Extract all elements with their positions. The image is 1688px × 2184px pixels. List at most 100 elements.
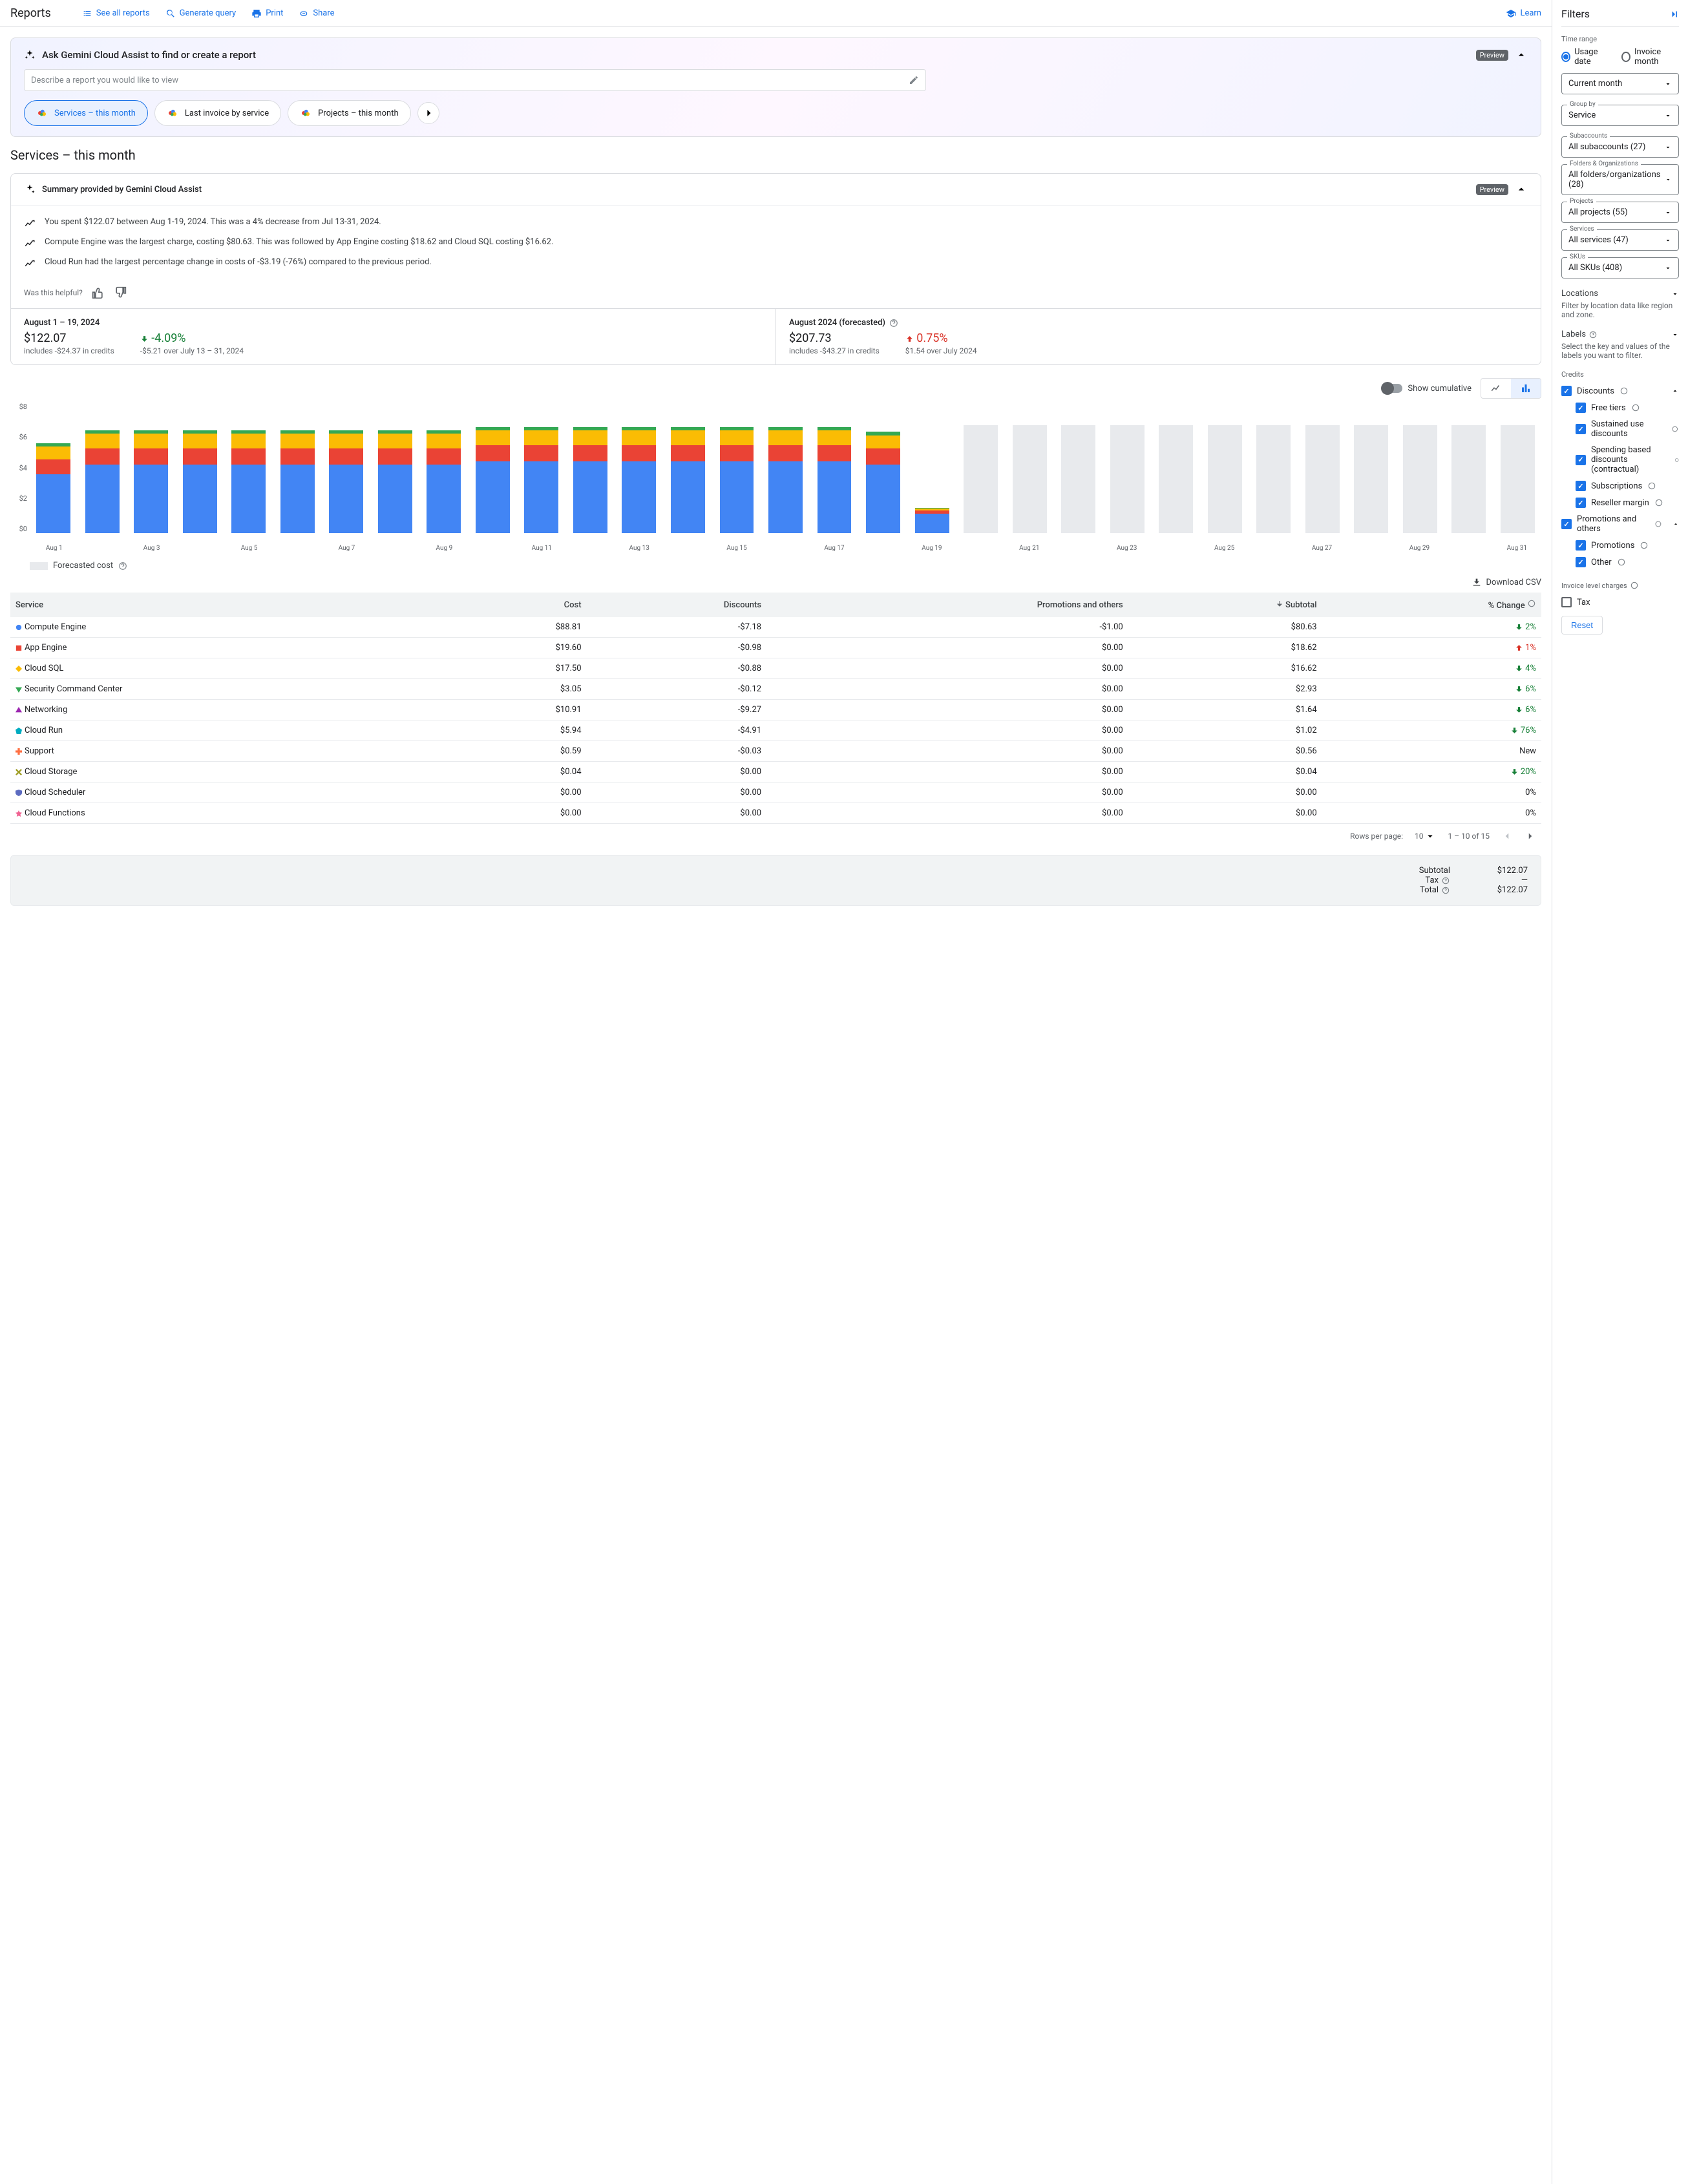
radio-invoice-month[interactable]: Invoice month [1621, 47, 1679, 67]
check-sustained[interactable]: Sustained use discounts [1576, 416, 1679, 442]
see-all-reports-link[interactable]: See all reports [82, 8, 150, 19]
check-tax[interactable]: Tax [1561, 594, 1679, 611]
bar[interactable] [1006, 403, 1053, 533]
check-reseller[interactable]: Reseller margin [1576, 494, 1679, 511]
next-page-button[interactable] [1524, 830, 1536, 842]
check-subscriptions[interactable]: Subscriptions [1576, 478, 1679, 494]
table-row[interactable]: Security Command Center$3.05-$0.12$0.00$… [10, 679, 1541, 700]
help-icon[interactable] [1441, 886, 1450, 895]
table-row[interactable]: Networking$10.91-$9.27$0.00$1.64 6% [10, 700, 1541, 720]
generate-query-link[interactable]: Generate query [165, 8, 237, 19]
check-discounts[interactable]: Discounts [1561, 383, 1679, 399]
bar[interactable] [322, 403, 370, 533]
labels-expand[interactable]: Labels [1561, 330, 1679, 339]
bar[interactable] [908, 403, 956, 533]
bar[interactable] [225, 403, 273, 533]
chip-last-invoice[interactable]: Last invoice by service [154, 100, 281, 126]
table-row[interactable]: Cloud Storage$0.04$0.00$0.00$0.04 20% [10, 762, 1541, 782]
bar[interactable] [567, 403, 615, 533]
bar[interactable] [1445, 403, 1493, 533]
bar[interactable] [1396, 403, 1444, 533]
chevron-up-icon[interactable] [1515, 183, 1528, 196]
rows-per-page-select[interactable]: 10 [1415, 830, 1437, 842]
folders-select[interactable]: Folders & Organizations All folders/orga… [1561, 164, 1679, 195]
bar[interactable] [274, 403, 322, 533]
chips-next-button[interactable] [417, 102, 439, 124]
chevron-up-icon[interactable] [1671, 387, 1679, 395]
check-free-tiers[interactable]: Free tiers [1576, 399, 1679, 416]
bar[interactable] [762, 403, 810, 533]
line-chart-button[interactable] [1481, 379, 1511, 398]
group-by-select[interactable]: Group by Service [1561, 105, 1679, 126]
share-link[interactable]: Share [299, 8, 334, 19]
col-header[interactable]: Discounts [587, 593, 767, 617]
chip-services-this-month[interactable]: Services – this month [24, 100, 148, 126]
learn-link[interactable]: Learn [1506, 8, 1541, 19]
bar[interactable] [1298, 403, 1346, 533]
bar[interactable] [957, 403, 1005, 533]
thumbs-down-icon[interactable] [114, 286, 127, 299]
bar[interactable] [713, 403, 761, 533]
table-row[interactable]: Cloud Scheduler$0.00$0.00$0.00$0.000% [10, 782, 1541, 803]
bar[interactable] [1493, 403, 1541, 533]
bar[interactable] [127, 403, 175, 533]
bar[interactable] [1201, 403, 1249, 533]
subaccounts-select[interactable]: Subaccounts All subaccounts (27) [1561, 136, 1679, 158]
help-icon[interactable] [889, 319, 898, 328]
chip-projects-this-month[interactable]: Projects – this month [288, 100, 411, 126]
bar[interactable] [518, 403, 565, 533]
bar[interactable] [79, 403, 127, 533]
col-header[interactable]: Subtotal [1128, 593, 1322, 617]
table-row[interactable]: App Engine$19.60-$0.98$0.00$18.62 1% [10, 638, 1541, 658]
bar[interactable] [615, 403, 663, 533]
help-icon[interactable] [1441, 876, 1450, 885]
table-row[interactable]: Cloud Functions$0.00$0.00$0.00$0.000% [10, 803, 1541, 824]
reset-button[interactable]: Reset [1561, 616, 1603, 635]
chevron-up-icon[interactable] [1515, 48, 1528, 61]
bar[interactable] [1347, 403, 1395, 533]
check-promotions-others[interactable]: Promotions and others [1561, 511, 1679, 537]
bar[interactable] [1152, 403, 1200, 533]
gemini-prompt-input[interactable]: Describe a report you would like to view [24, 69, 926, 91]
col-header[interactable]: % Change [1322, 593, 1541, 617]
help-icon[interactable] [1527, 599, 1536, 608]
col-header[interactable]: Promotions and others [766, 593, 1128, 617]
services-select[interactable]: Services All services (47) [1561, 229, 1679, 251]
bar[interactable] [1055, 403, 1102, 533]
cumulative-toggle[interactable]: Show cumulative [1383, 384, 1472, 394]
check-spending[interactable]: Spending based discounts (contractual) [1576, 442, 1679, 478]
bar[interactable] [1103, 403, 1151, 533]
bar[interactable] [372, 403, 419, 533]
print-link[interactable]: Print [251, 8, 283, 19]
bar[interactable] [1250, 403, 1298, 533]
time-range-select[interactable]: Current month [1561, 73, 1679, 94]
bar[interactable] [810, 403, 858, 533]
check-promotions[interactable]: Promotions [1576, 537, 1679, 554]
help-icon[interactable] [118, 562, 127, 571]
bar[interactable] [30, 403, 78, 533]
projects-select[interactable]: Projects All projects (55) [1561, 202, 1679, 223]
table-row[interactable]: Compute Engine$88.81-$7.18-$1.00$80.63 2… [10, 617, 1541, 638]
radio-usage-date[interactable]: Usage date [1561, 47, 1610, 67]
thumbs-up-icon[interactable] [92, 286, 105, 299]
prev-page-button[interactable] [1501, 830, 1513, 842]
bar[interactable] [420, 403, 468, 533]
table-row[interactable]: Cloud Run$5.94-$4.91$0.00$1.02 76% [10, 720, 1541, 741]
sort-down-icon[interactable] [1276, 600, 1283, 607]
bar[interactable] [860, 403, 907, 533]
table-row[interactable]: Support$0.59-$0.03$0.00$0.56New [10, 741, 1541, 762]
bar[interactable] [176, 403, 224, 533]
bar[interactable] [664, 403, 712, 533]
table-row[interactable]: Cloud SQL$17.50-$0.88$0.00$16.62 4% [10, 658, 1541, 679]
col-header[interactable]: Service [10, 593, 450, 617]
series-marker-icon [16, 666, 22, 672]
download-csv-link[interactable]: Download CSV [1472, 577, 1541, 587]
bar[interactable] [469, 403, 517, 533]
bar-chart-button[interactable] [1511, 379, 1541, 398]
skus-select[interactable]: SKUs All SKUs (408) [1561, 257, 1679, 278]
collapse-panel-icon[interactable] [1667, 8, 1679, 20]
col-header[interactable]: Cost [450, 593, 586, 617]
locations-expand[interactable]: Locations [1561, 289, 1679, 299]
check-other[interactable]: Other [1576, 554, 1679, 571]
chevron-up-icon[interactable] [1672, 520, 1679, 528]
